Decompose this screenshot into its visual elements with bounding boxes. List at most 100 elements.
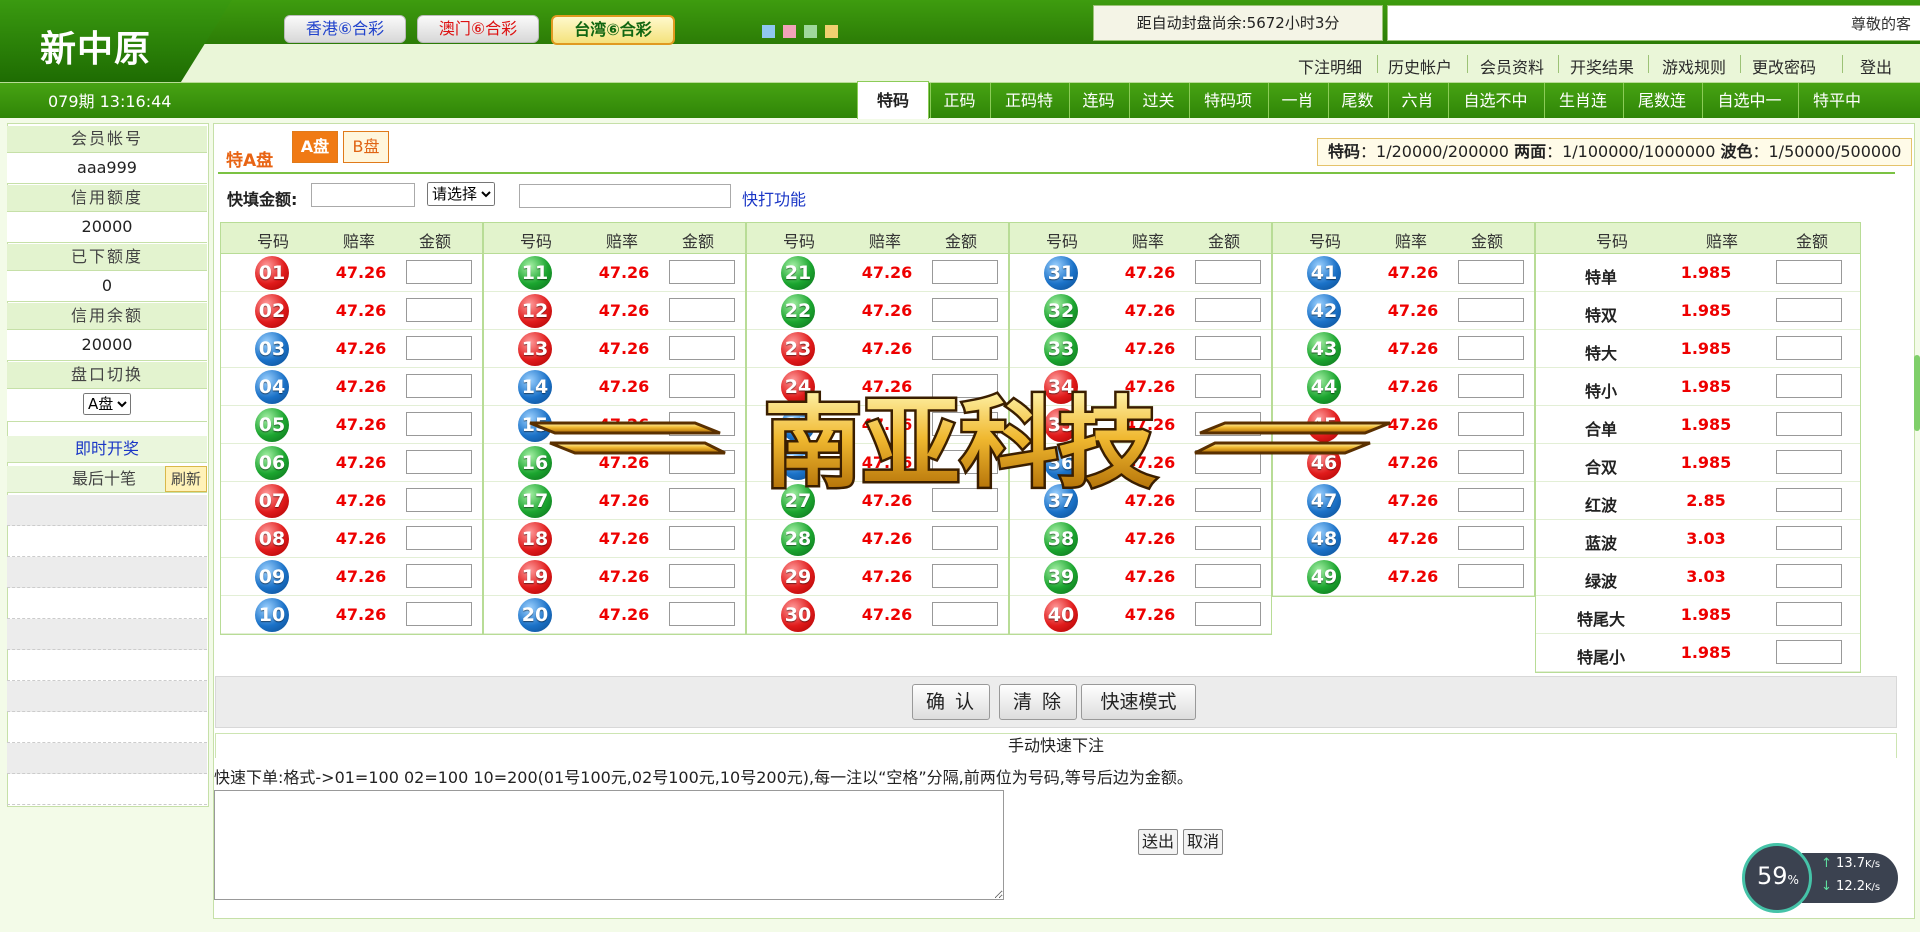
link-results[interactable]: 开奖结果 (1570, 54, 1634, 78)
theme-yellow-swatch[interactable] (825, 25, 838, 38)
col-odds: 赔率 (343, 232, 376, 251)
amount-input[interactable] (406, 564, 472, 588)
amount-input[interactable] (669, 298, 735, 322)
amount-input[interactable] (1458, 450, 1524, 474)
amount-input[interactable] (406, 260, 472, 284)
amount-input[interactable] (1195, 298, 1261, 322)
manual-bet-textarea[interactable] (214, 790, 1004, 900)
tab-liuxiao[interactable]: 六肖 (1388, 83, 1446, 118)
quick-func-link[interactable]: 快打功能 (742, 186, 806, 210)
amount-input[interactable] (1195, 602, 1261, 626)
refresh-button[interactable]: 刷新 (164, 466, 207, 492)
amount-input[interactable] (406, 336, 472, 360)
scrollbar-thumb[interactable] (1914, 355, 1920, 431)
amount-input[interactable] (406, 298, 472, 322)
special-amount-input[interactable] (1776, 260, 1842, 284)
quick-select[interactable]: 请选择 (427, 182, 495, 206)
link-change-password[interactable]: 更改密码 (1752, 54, 1816, 78)
cancel-button[interactable]: 取消 (1183, 829, 1224, 855)
tab-weishulian[interactable]: 尾数连 (1623, 83, 1700, 118)
amount-input[interactable] (406, 488, 472, 512)
number-row: 12 47.26 (484, 292, 745, 330)
amount-input[interactable] (1195, 336, 1261, 360)
amount-input[interactable] (1458, 298, 1524, 322)
amount-input[interactable] (669, 260, 735, 284)
link-bet-detail[interactable]: 下注明细 (1298, 54, 1362, 78)
amount-input[interactable] (1458, 260, 1524, 284)
amount-input[interactable] (932, 298, 998, 322)
live-draw-link[interactable]: 即时开奖 (7, 436, 207, 463)
amount-input[interactable] (406, 374, 472, 398)
amount-input[interactable] (1195, 526, 1261, 550)
link-rules[interactable]: 游戏规则 (1662, 54, 1726, 78)
confirm-button[interactable]: 确 认 (912, 684, 990, 720)
amount-input[interactable] (406, 450, 472, 474)
tab-zixuanbuzhong[interactable]: 自选不中 (1448, 83, 1542, 118)
arrow-up-icon: ↑ (1821, 856, 1832, 871)
number-row: 39 47.26 (1010, 558, 1271, 596)
link-logout[interactable]: 登出 (1860, 54, 1892, 78)
tab-zhengmate[interactable]: 正码特 (990, 83, 1067, 118)
quick-fill-input[interactable] (311, 183, 415, 207)
tab-lianma[interactable]: 连码 (1069, 83, 1127, 118)
send-button[interactable]: 送出 (1138, 829, 1179, 855)
special-row: 红波 2.85 (1536, 482, 1860, 520)
link-history[interactable]: 历史帐户 (1388, 54, 1452, 78)
amount-input[interactable] (669, 336, 735, 360)
amount-input[interactable] (932, 564, 998, 588)
amount-input[interactable] (932, 602, 998, 626)
amount-input[interactable] (406, 412, 472, 436)
theme-blue-swatch[interactable] (762, 25, 775, 38)
special-amount-input[interactable] (1776, 564, 1842, 588)
special-amount-input[interactable] (1776, 488, 1842, 512)
special-amount-input[interactable] (1776, 298, 1842, 322)
special-amount-input[interactable] (1776, 526, 1842, 550)
tab-zixuanzhongyi[interactable]: 自选中一 (1702, 83, 1796, 118)
pan-a-button[interactable]: A盘 (292, 131, 338, 163)
amount-input[interactable] (932, 336, 998, 360)
amount-input[interactable] (1458, 526, 1524, 550)
block-header: 号码 赔率 金额 (1536, 223, 1860, 254)
tab-tepingzhong[interactable]: 特平中 (1798, 83, 1875, 118)
clear-button[interactable]: 清 除 (999, 684, 1077, 720)
amount-input[interactable] (1458, 412, 1524, 436)
link-member-info[interactable]: 会员资料 (1480, 54, 1544, 78)
amount-input[interactable] (932, 260, 998, 284)
special-amount-input[interactable] (1776, 374, 1842, 398)
col-odds: 赔率 (1132, 232, 1165, 251)
theme-green-swatch[interactable] (804, 25, 817, 38)
theme-pink-swatch[interactable] (783, 25, 796, 38)
special-amount-input[interactable] (1776, 412, 1842, 436)
lottery-tab-taiwan[interactable]: 台湾⑥合彩 (551, 15, 675, 45)
amount-input[interactable] (932, 526, 998, 550)
amount-input[interactable] (1195, 260, 1261, 284)
amount-input[interactable] (1458, 374, 1524, 398)
amount-input[interactable] (1195, 564, 1261, 588)
lottery-tab-hk[interactable]: 香港⑥合彩 (284, 15, 406, 43)
amount-input[interactable] (406, 602, 472, 626)
tab-temaxiang[interactable]: 特码项 (1189, 83, 1266, 118)
fast-mode-button[interactable]: 快速模式 (1081, 684, 1196, 720)
special-amount-input[interactable] (1776, 336, 1842, 360)
tab-zhengma[interactable]: 正码 (930, 83, 988, 118)
special-amount-input[interactable] (1776, 640, 1842, 664)
pan-b-button[interactable]: B盘 (343, 131, 389, 163)
pan-select[interactable]: A盘 (83, 393, 131, 415)
special-amount-input[interactable] (1776, 450, 1842, 474)
lottery-tab-macau[interactable]: 澳门⑥合彩 (417, 15, 539, 43)
amount-input[interactable] (406, 526, 472, 550)
tab-weishu[interactable]: 尾数 (1328, 83, 1386, 118)
amount-input[interactable] (669, 602, 735, 626)
odds-value: 47.26 (1124, 529, 1176, 548)
amount-input[interactable] (1458, 488, 1524, 512)
tab-yixiao[interactable]: 一肖 (1268, 83, 1326, 118)
amount-input[interactable] (669, 526, 735, 550)
special-amount-input[interactable] (1776, 602, 1842, 626)
tab-guoguan[interactable]: 过关 (1129, 83, 1187, 118)
amount-input[interactable] (669, 564, 735, 588)
tab-shengxiaolian[interactable]: 生肖连 (1544, 83, 1621, 118)
quick-number-input[interactable] (519, 184, 731, 208)
amount-input[interactable] (1458, 564, 1524, 588)
amount-input[interactable] (1458, 336, 1524, 360)
tab-tema[interactable]: 特码 (857, 81, 929, 119)
